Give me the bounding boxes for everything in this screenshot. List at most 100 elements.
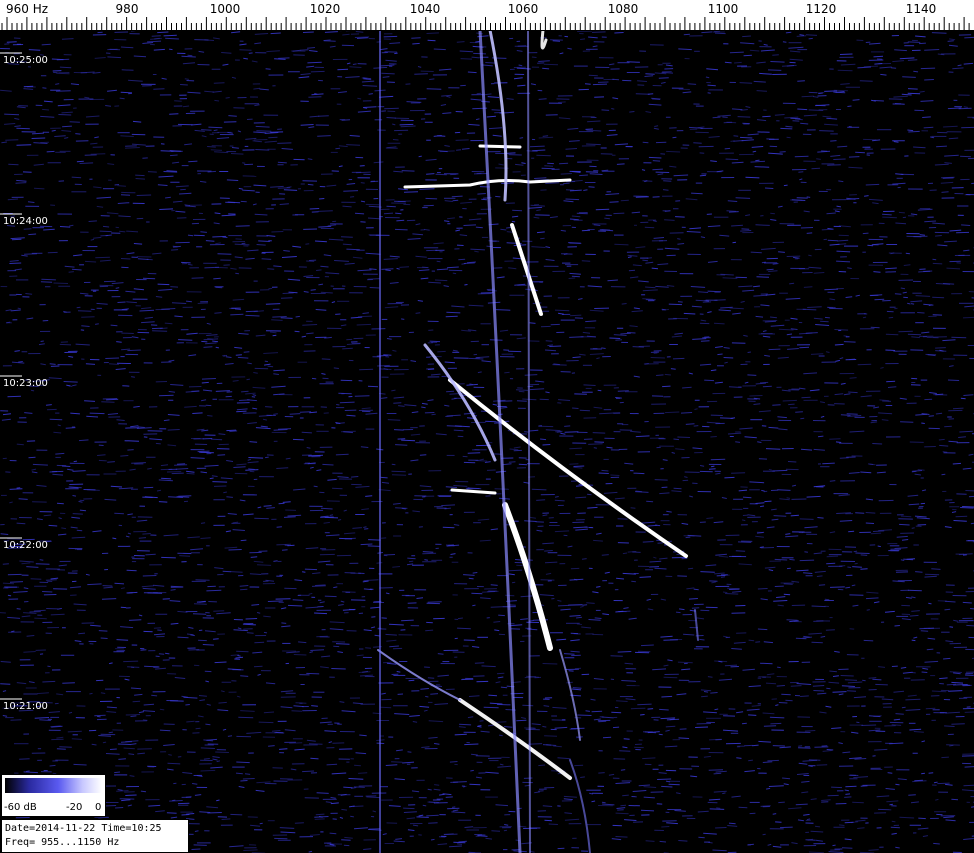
noise-speckle xyxy=(362,312,369,314)
noise-speckle xyxy=(153,48,165,51)
noise-speckle xyxy=(63,381,78,383)
noise-speckle xyxy=(400,125,416,128)
noise-speckle xyxy=(364,528,369,530)
noise-speckle xyxy=(801,95,814,98)
noise-speckle xyxy=(75,133,81,135)
noise-speckle xyxy=(661,785,673,788)
noise-speckle xyxy=(100,637,108,639)
noise-speckle xyxy=(656,374,664,376)
noise-speckle xyxy=(647,708,654,710)
noise-speckle xyxy=(28,49,41,51)
noise-speckle xyxy=(302,571,306,573)
noise-speckle xyxy=(202,644,214,646)
noise-speckle xyxy=(148,804,161,807)
noise-speckle xyxy=(700,571,715,573)
noise-speckle xyxy=(701,31,713,34)
noise-speckle xyxy=(379,368,392,370)
noise-speckle xyxy=(642,141,649,144)
noise-speckle xyxy=(501,182,514,184)
noise-speckle xyxy=(615,339,623,341)
noise-speckle xyxy=(918,817,926,820)
noise-speckle xyxy=(707,290,722,293)
noise-speckle xyxy=(748,714,757,716)
noise-speckle xyxy=(813,272,825,274)
noise-speckle xyxy=(955,515,968,518)
noise-speckle xyxy=(298,641,307,644)
noise-speckle xyxy=(169,154,178,157)
noise-speckle xyxy=(427,788,432,791)
noise-speckle xyxy=(342,591,356,593)
noise-speckle xyxy=(259,822,263,825)
noise-speckle xyxy=(920,67,936,70)
noise-speckle xyxy=(441,504,456,507)
noise-speckle xyxy=(213,638,219,640)
noise-speckle xyxy=(367,385,379,388)
noise-speckle xyxy=(116,341,122,343)
noise-speckle xyxy=(763,725,777,727)
noise-speckle xyxy=(316,792,329,794)
noise-speckle xyxy=(193,844,207,846)
noise-speckle xyxy=(477,193,486,195)
noise-speckle xyxy=(309,208,320,210)
noise-speckle xyxy=(283,189,298,191)
noise-speckle xyxy=(637,80,647,82)
noise-speckle xyxy=(677,238,681,240)
noise-speckle xyxy=(840,675,854,677)
noise-speckle xyxy=(688,598,698,600)
noise-speckle xyxy=(101,598,117,600)
noise-speckle xyxy=(170,589,176,591)
noise-speckle xyxy=(439,150,455,153)
noise-speckle xyxy=(840,414,851,416)
noise-speckle xyxy=(401,619,414,622)
noise-speckle xyxy=(315,813,325,816)
noise-speckle xyxy=(564,425,571,427)
noise-speckle xyxy=(949,626,954,628)
noise-speckle xyxy=(720,576,726,578)
noise-speckle xyxy=(248,52,253,54)
noise-speckle xyxy=(610,655,623,657)
noise-speckle xyxy=(53,282,69,284)
noise-speckle xyxy=(560,229,566,232)
noise-speckle xyxy=(174,100,182,102)
noise-speckle xyxy=(865,597,879,600)
noise-speckle xyxy=(841,685,855,687)
noise-speckle xyxy=(109,48,121,51)
noise-speckle xyxy=(933,842,940,845)
noise-speckle xyxy=(243,351,250,353)
noise-speckle xyxy=(366,796,380,799)
noise-speckle xyxy=(42,108,50,111)
noise-speckle xyxy=(337,519,342,521)
noise-speckle xyxy=(800,417,805,420)
noise-speckle xyxy=(422,804,427,807)
noise-speckle xyxy=(145,553,156,556)
noise-speckle xyxy=(235,308,242,311)
noise-speckle xyxy=(699,174,707,177)
noise-speckle xyxy=(201,129,212,131)
noise-speckle xyxy=(320,507,333,510)
noise-speckle xyxy=(837,145,848,148)
noise-speckle xyxy=(2,582,15,585)
noise-speckle xyxy=(389,42,401,44)
noise-speckle xyxy=(770,61,785,63)
noise-speckle xyxy=(363,526,367,528)
noise-speckle xyxy=(272,316,287,318)
noise-speckle xyxy=(475,226,483,229)
noise-speckle xyxy=(869,463,876,466)
noise-speckle xyxy=(471,592,483,595)
noise-speckle xyxy=(781,693,791,696)
noise-speckle xyxy=(23,651,36,653)
noise-speckle xyxy=(960,507,974,509)
noise-speckle xyxy=(629,111,635,113)
noise-speckle xyxy=(401,170,415,172)
noise-speckle xyxy=(901,706,906,709)
noise-speckle xyxy=(952,407,964,410)
noise-speckle xyxy=(132,120,142,123)
noise-speckle xyxy=(942,451,948,453)
noise-speckle xyxy=(875,683,888,686)
noise-speckle xyxy=(620,769,626,771)
noise-speckle xyxy=(725,158,739,161)
noise-speckle xyxy=(329,514,334,516)
noise-speckle xyxy=(437,350,446,353)
noise-speckle xyxy=(732,241,737,244)
noise-speckle xyxy=(151,35,161,37)
